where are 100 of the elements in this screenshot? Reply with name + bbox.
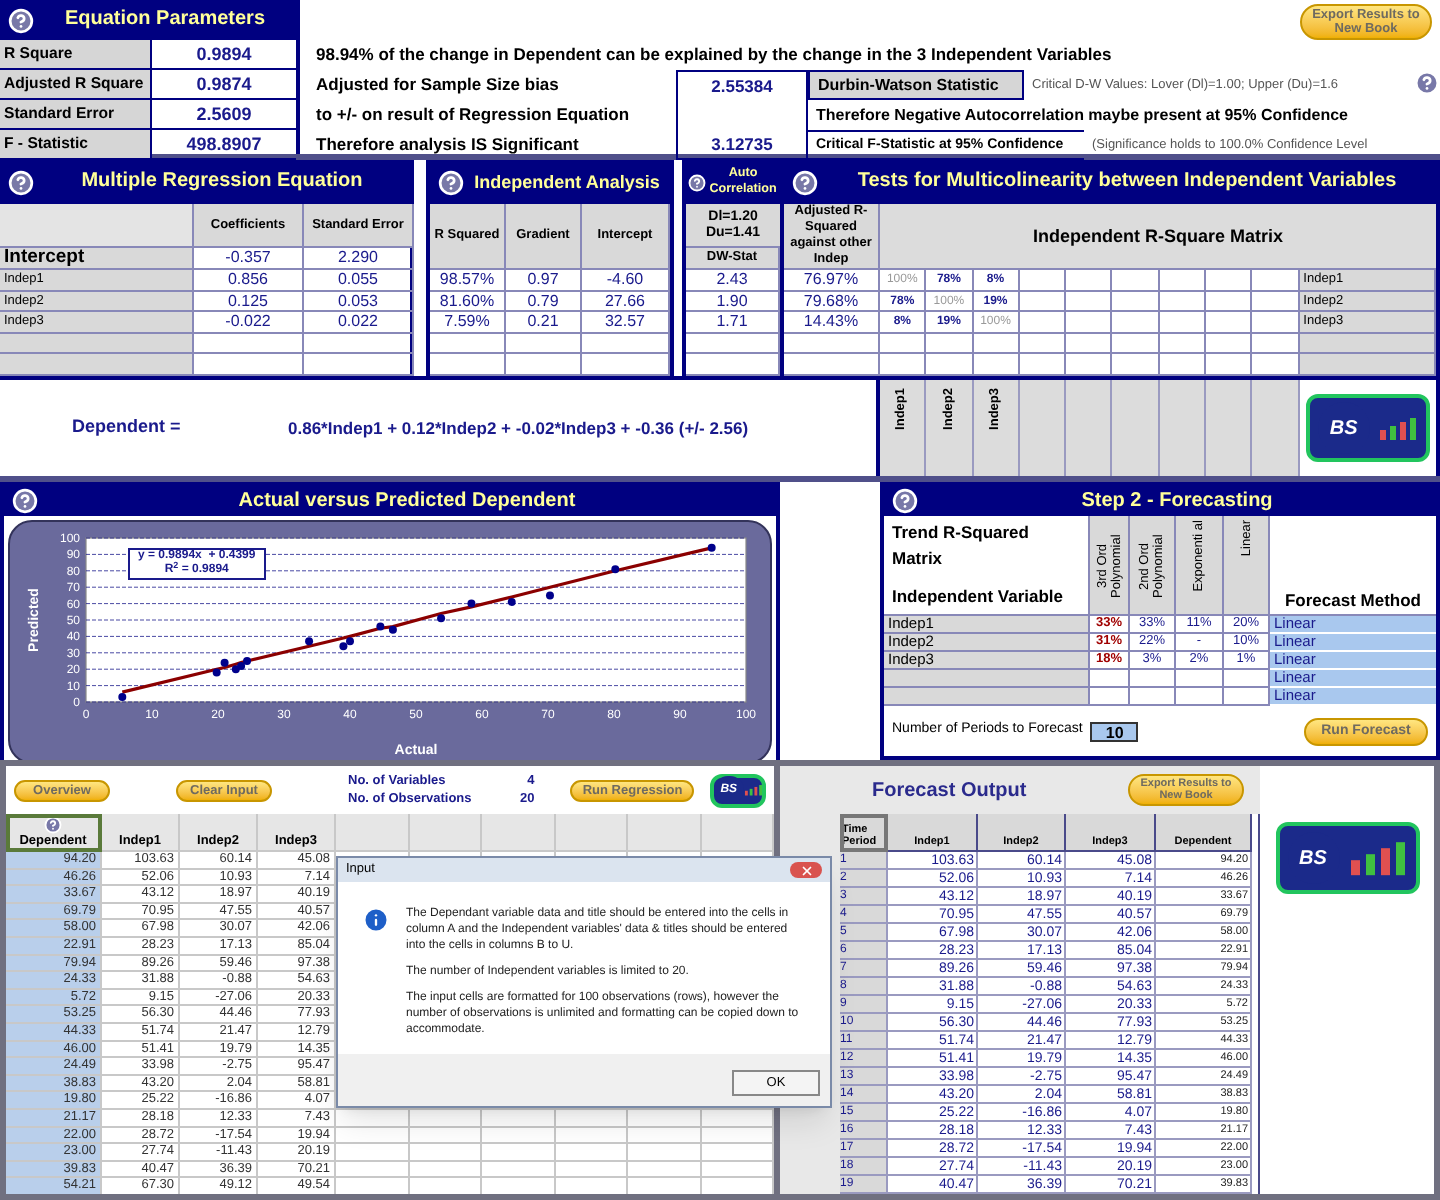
matrix-title: Trend R-Squared Matrix — [892, 520, 1031, 571]
table-cell: 14.43% — [784, 312, 880, 333]
empty-cell — [430, 333, 506, 354]
empty-cell — [555, 1144, 628, 1162]
empty-cell — [1066, 354, 1113, 375]
panel-title: Step 2 - Forecasting — [1079, 491, 1275, 511]
empty-cell — [1159, 270, 1207, 291]
periods-field[interactable]: 10 — [1090, 721, 1139, 741]
table-cell: -0.022 — [194, 312, 304, 333]
table-cell: 0.125 — [194, 291, 304, 312]
bar-chart-icon — [743, 782, 762, 798]
empty-cell — [926, 354, 974, 375]
stat-value: 2.5609 — [194, 102, 254, 128]
empty-cell — [1066, 291, 1113, 312]
empty-cell — [1066, 380, 1113, 476]
empty-cell — [1159, 312, 1207, 333]
empty-cell — [1159, 333, 1207, 354]
table-cell: 7.59% — [430, 312, 506, 333]
table-cell: 32.57 — [582, 312, 670, 333]
empty-cell — [506, 333, 582, 354]
help-icon[interactable] — [8, 169, 34, 195]
note-text: Therefore analysis IS Significant — [314, 132, 581, 158]
table-cell: 98.57% — [430, 270, 506, 291]
empty-cell — [880, 333, 927, 354]
table-cell: 27.66 — [582, 291, 670, 312]
empty-cell — [1130, 670, 1176, 688]
help-icon[interactable] — [892, 488, 918, 514]
stat-value: 0.9894 — [194, 42, 254, 68]
data-point — [707, 543, 716, 552]
panel-title: Independent Analysis — [472, 172, 662, 192]
table-cell: 81.60% — [430, 291, 506, 312]
empty-cell — [409, 1127, 482, 1145]
table-cell: 2.290 — [304, 248, 414, 270]
section-title: Forecast Output — [872, 777, 1027, 805]
empty-cell — [628, 1127, 701, 1145]
empty-cell — [304, 333, 414, 354]
empty-cell — [409, 1161, 482, 1179]
table-cell: 0.856 — [194, 270, 304, 291]
panel-title: Multiple Regression Equation — [79, 172, 365, 192]
empty-cell — [1176, 670, 1224, 688]
empty-cell — [1206, 380, 1253, 476]
statistic-label: Durbin-Watson Statistic — [808, 70, 1024, 100]
column-header: Independent Variable — [892, 584, 1065, 610]
table-cell: 0.97 — [506, 270, 582, 291]
data-point — [611, 565, 620, 574]
empty-cell — [926, 333, 974, 354]
empty-cell — [304, 354, 414, 375]
table-cell: 79.68% — [784, 291, 880, 312]
data-point — [467, 599, 476, 608]
stat-value: 0.9874 — [194, 72, 254, 98]
empty-cell — [701, 1144, 774, 1162]
table-cell: 76.97% — [784, 270, 880, 291]
conclusion-text: Therefore Negative Autocorrelation maybe present at 95% Confidence — [814, 104, 1350, 128]
panel-title: Tests for Multicolinearity between Independent Variables — [855, 172, 1399, 192]
equation-label: Dependent = — [70, 414, 183, 441]
empty-cell — [336, 1127, 409, 1145]
empty-cell — [336, 1144, 409, 1162]
data-point — [546, 591, 554, 600]
table-cell: 1.90 — [686, 291, 780, 312]
empty-cell — [1112, 354, 1160, 375]
empty-cell — [701, 1127, 774, 1145]
info-icon — [362, 906, 390, 934]
empty-cell — [628, 1161, 701, 1179]
empty-cell — [686, 333, 780, 354]
empty-cell — [880, 354, 927, 375]
empty-cell — [1176, 688, 1224, 706]
empty-cell — [1130, 688, 1176, 706]
empty-cell — [784, 354, 880, 375]
empty-cell — [1206, 354, 1253, 375]
empty-cell — [1299, 354, 1436, 375]
empty-cell — [1206, 333, 1253, 354]
empty-cell — [1112, 291, 1160, 312]
close-button[interactable] — [790, 862, 822, 878]
empty-cell — [1112, 270, 1160, 291]
empty-cell — [430, 354, 506, 375]
empty-cell — [1112, 333, 1160, 354]
empty-cell — [336, 1161, 409, 1179]
help-icon[interactable] — [8, 7, 34, 33]
help-icon[interactable] — [438, 169, 464, 195]
summary-text: 98.94% of the change in Dependent can be explained by the change in the 3 Independent Variables — [314, 42, 1114, 68]
statistic-value: 2.55384 — [711, 73, 773, 99]
panel-title: Actual versus Predicted Dependent — [236, 491, 578, 511]
data-point — [507, 597, 516, 606]
empty-cell — [1066, 270, 1113, 291]
stat-value: 498.8907 — [184, 132, 264, 158]
data-point — [376, 622, 385, 631]
empty-cell — [1019, 270, 1067, 291]
help-icon[interactable] — [792, 169, 818, 195]
empty-cell — [555, 1161, 628, 1179]
help-icon[interactable] — [688, 173, 706, 191]
empty-cell — [1019, 354, 1067, 375]
table-cell: 2.43 — [686, 270, 780, 291]
table-cell: 1.71 — [686, 312, 780, 333]
empty-cell — [784, 333, 880, 354]
help-icon[interactable] — [12, 488, 38, 514]
empty-cell — [1019, 291, 1067, 312]
empty-cell — [482, 1161, 555, 1179]
panel-title: Equation Parameters — [62, 10, 268, 30]
empty-cell — [582, 354, 670, 375]
table-cell: 0.055 — [304, 270, 414, 291]
